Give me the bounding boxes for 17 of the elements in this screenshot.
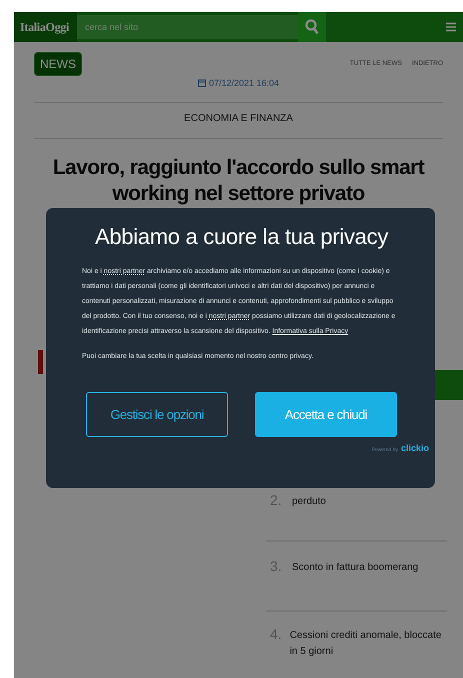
article-link[interactable]: Cessioni crediti anomale, bloccate in 5 giorni bbox=[290, 628, 443, 676]
article-link[interactable]: perduto bbox=[292, 494, 326, 530]
article-link[interactable]: Sconto in fattura boomerang bbox=[292, 560, 418, 600]
category-label: ECONOMIA E FINANZA bbox=[183, 113, 294, 124]
brand-logo: clickio bbox=[400, 443, 429, 453]
marker-bar bbox=[38, 350, 43, 374]
news-badge: NEWS bbox=[34, 52, 82, 76]
site-logo[interactable]: ItaliaOggi bbox=[14, 12, 78, 42]
search-field[interactable]: cerca nel sito bbox=[77, 15, 298, 39]
search-icon bbox=[305, 19, 320, 35]
article-headline: Lavoro, raggiunto l'accordo sullo smart working nel settore privato bbox=[52, 155, 426, 207]
calendar-icon bbox=[198, 79, 206, 87]
menu-icon bbox=[446, 22, 456, 32]
manage-options-button[interactable]: Gestisci le opzioni bbox=[86, 392, 228, 437]
dialog-title: Abbiamo a cuore la tua privacy bbox=[94, 224, 390, 250]
publish-date: 07/12/2021 16:04 bbox=[208, 78, 280, 88]
search-button[interactable] bbox=[298, 12, 326, 42]
